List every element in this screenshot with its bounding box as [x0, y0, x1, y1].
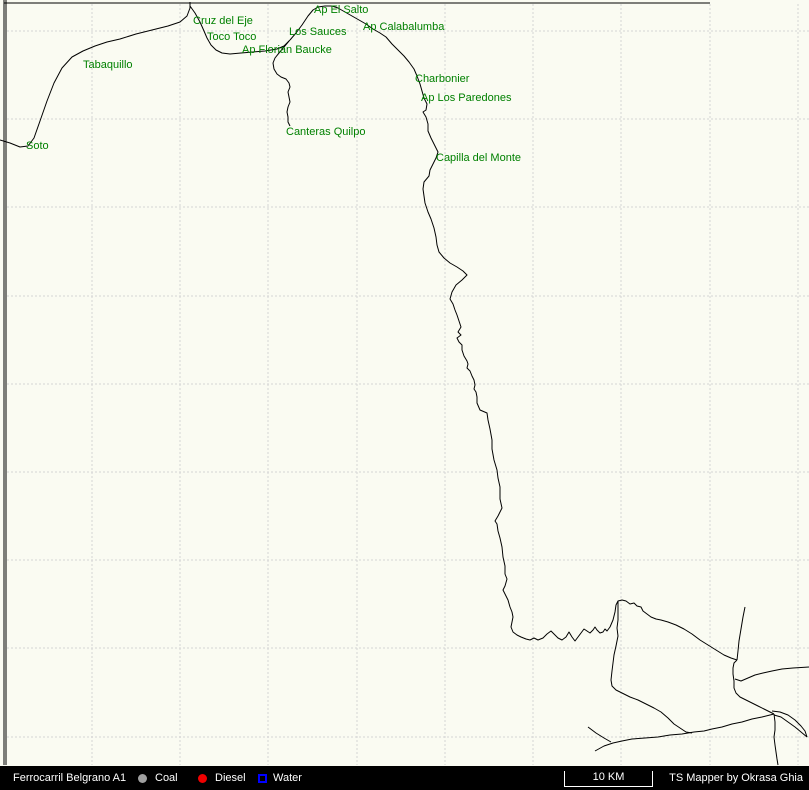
map-canvas[interactable]: Cruz del Eje Toco TocoAp Florian Baucke Lo… [0, 0, 809, 766]
status-bar: Ferrocarril Belgrano A1 CoalDieselWater … [0, 766, 809, 790]
station-label-ap-el-salto: Ap El Salto [314, 4, 368, 16]
station-label-tabaquillo: Tabaquillo [83, 59, 133, 71]
station-label-soto: Soto [26, 140, 49, 152]
map-background [0, 0, 809, 766]
legend-label-diesel: Diesel [215, 766, 246, 790]
station-label-canteras-quilpo: Canteras Quilpo [286, 126, 366, 138]
coal-circle-icon [138, 774, 147, 783]
station-label-los-sauces: Los Sauces [289, 26, 347, 38]
station-label-toco-toco: Toco Toco [207, 31, 256, 43]
legend-label-coal: Coal [155, 766, 178, 790]
credit-label: TS Mapper by Okrasa Ghia [669, 766, 803, 790]
ts-mapper-window: Cruz del Eje Toco TocoAp Florian Baucke Lo… [0, 0, 809, 790]
legend-label-water: Water [273, 766, 302, 790]
route-name-label: Ferrocarril Belgrano A1 [13, 766, 126, 790]
station-label-ap-los-paredones: Ap Los Paredones [421, 92, 512, 104]
diesel-circle-icon [198, 774, 207, 783]
station-label-cruz-del-eje: Cruz del Eje [193, 15, 253, 27]
station-label-capilla-del-monte: Capilla del Monte [436, 152, 521, 164]
station-label-charbonier: Charbonier [415, 73, 470, 85]
scale-label: 10 KM [593, 771, 625, 783]
station-label-ap-florian-baucke: Ap Florian Baucke [242, 44, 332, 56]
scale-bar: 10 KM [564, 771, 653, 787]
map-viewport[interactable]: Cruz del Eje Toco TocoAp Florian Baucke Lo… [0, 0, 809, 766]
water-square-icon [258, 774, 267, 783]
station-label-ap-calabalumba: Ap Calabalumba [363, 21, 445, 33]
